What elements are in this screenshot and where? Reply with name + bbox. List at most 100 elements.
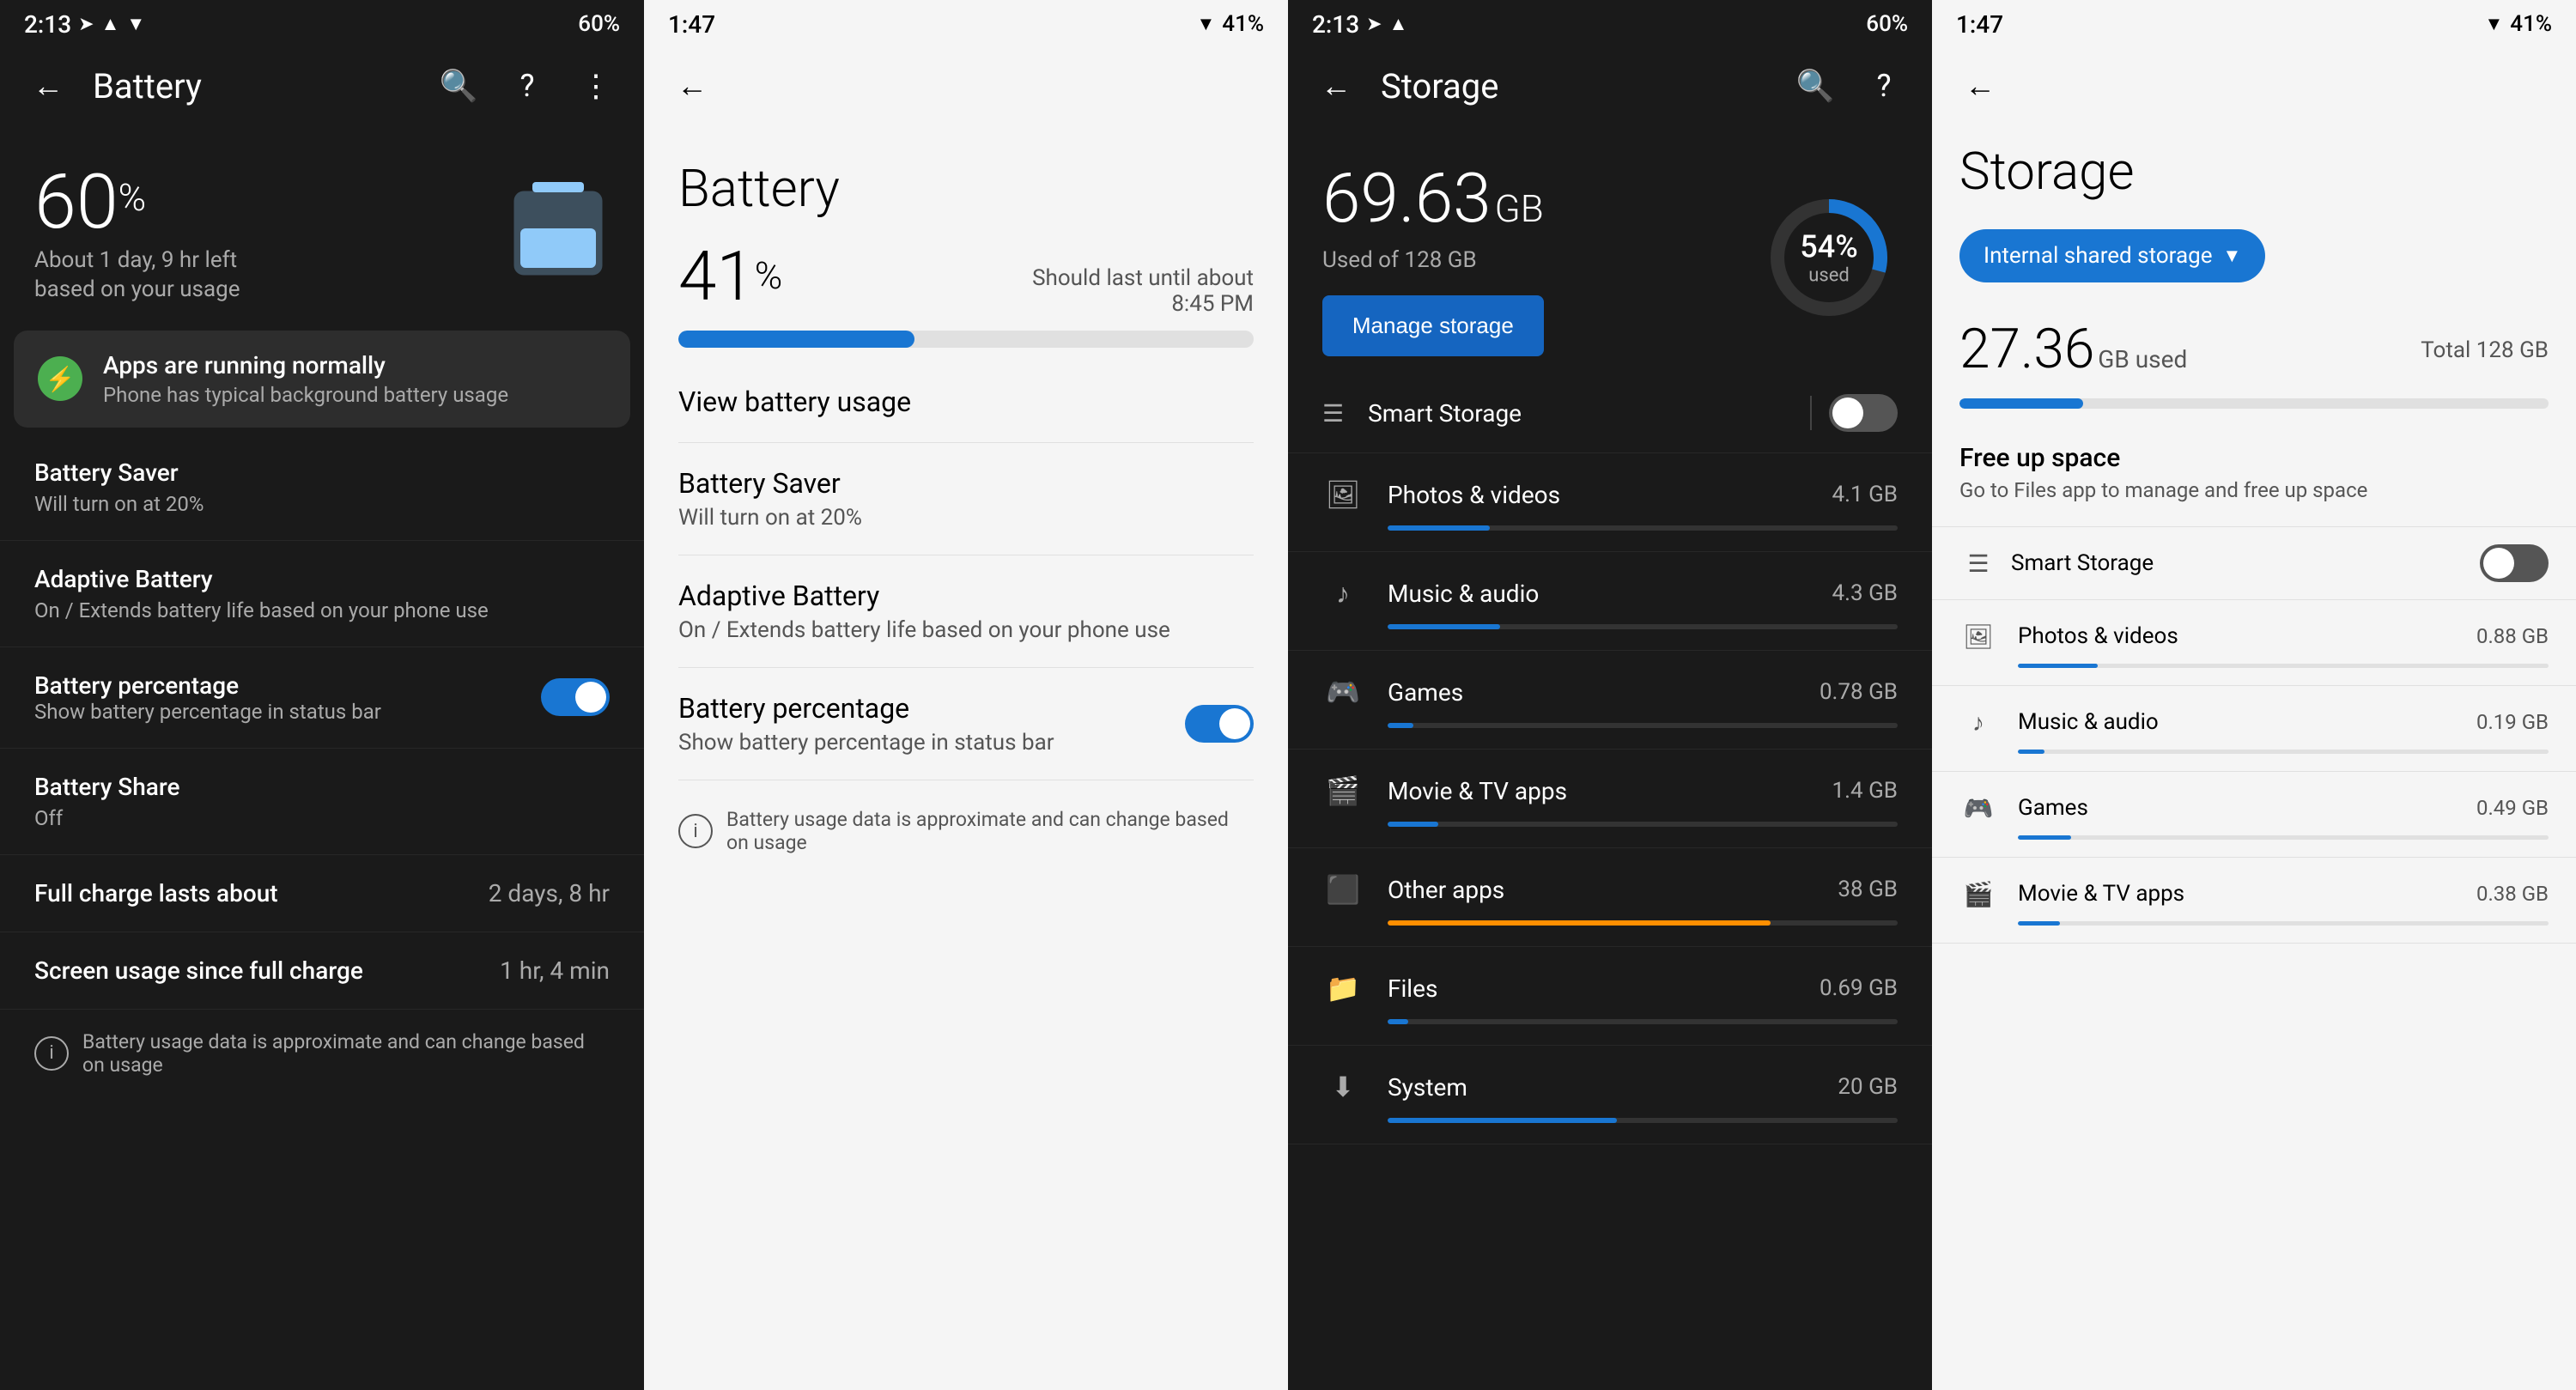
smart-storage-toggle-p4[interactable] [2480, 544, 2549, 582]
signal-icon-p1: ▲ [101, 13, 120, 35]
p3-content: 69.63 GB Used of 128 GB Manage storage 5… [1288, 124, 1932, 1390]
panel-storage-light: 1:47 ▼ 41% ← Storage Internal shared sto… [1932, 0, 2576, 1390]
battery-pct-toggle-switch-p1[interactable] [541, 678, 610, 716]
battery-text-p1: 60% [578, 11, 620, 37]
battery-pct-row2-p2[interactable]: Battery percentage Show battery percenta… [678, 668, 1254, 780]
storage-gb-p3: 69.63 [1322, 158, 1492, 239]
status-right-p3: 60% [1866, 11, 1908, 37]
files-item-p3[interactable]: 📁 Files 0.69 GB [1288, 947, 1932, 1046]
battery-saver-p2[interactable]: Battery Saver Will turn on at 20% [678, 443, 1254, 555]
status-right-p4: ▼ 41% [2485, 11, 2552, 37]
back-button-p1[interactable]: ← [24, 62, 72, 110]
p2-content: Battery 41 % Should last until about 8:4… [644, 124, 1288, 1390]
battery-percentage-p1: 60% [34, 158, 240, 246]
alert-text-p1: Apps are running normally Phone has typi… [103, 351, 508, 407]
status-bar-p1: 2:13 ➤ ▲ ▼ 60% [0, 0, 644, 48]
alert-subtitle-p1: Phone has typical background battery usa… [103, 383, 508, 407]
chip-row-p4: Internal shared storage ▼ [1932, 209, 2576, 303]
movie-tv-item-p3[interactable]: 🎬 Movie & TV apps 1.4 GB [1288, 750, 1932, 848]
smart-storage-p3[interactable]: ☰ Smart Storage [1288, 373, 1932, 453]
gb-large-p4: 27.36 [1959, 317, 2094, 381]
smart-storage-p4[interactable]: ☰ Smart Storage [1932, 527, 2576, 600]
games-item-p3[interactable]: 🎮 Games 0.78 GB [1288, 651, 1932, 750]
internal-storage-chip-p4[interactable]: Internal shared storage ▼ [1959, 229, 2265, 282]
music-audio-item-p3[interactable]: ♪ Music & audio 4.3 GB [1288, 552, 1932, 651]
panel-storage-dark: 2:13 ➤ ▲ 60% ← Storage 🔍 ? 69.63 GB Used… [1288, 0, 1932, 1390]
status-bar-p4: 1:47 ▼ 41% [1932, 0, 2576, 48]
storage-used-p4: 27.36 GB used Total 128 GB [1932, 303, 2576, 388]
storage-used-of-p3: Used of 128 GB [1322, 247, 1544, 273]
back-button-p2[interactable]: ← [668, 62, 716, 110]
time-p1: 2:13 [24, 10, 71, 39]
movie-icon-p4: 🎬 [1959, 875, 1997, 913]
battery-progress-p2 [678, 331, 1254, 348]
status-left-p1: 2:13 ➤ ▲ ▼ [24, 10, 145, 39]
gb-unit-p4: GB used [2098, 345, 2187, 373]
storage-progress-p4 [1959, 398, 2549, 409]
menu-button-p1[interactable]: ⋮ [572, 62, 620, 110]
battery-pct-toggle-p1[interactable]: Battery percentage Show battery percenta… [0, 647, 644, 749]
battery-share-item-p1[interactable]: Battery Share Off [0, 749, 644, 855]
storage-title-p4: Storage [1932, 124, 2576, 209]
time-p2: 1:47 [668, 10, 715, 39]
status-right-p2: ▼ 41% [1197, 11, 1264, 37]
games-icon-p3: 🎮 [1322, 671, 1364, 713]
view-battery-usage-p2[interactable]: View battery usage [678, 361, 1254, 443]
panel-battery-dark: 2:13 ➤ ▲ ▼ 60% ← Battery 🔍 ? ⋮ 60% About… [0, 0, 644, 1390]
status-right-p1: 60% [578, 11, 620, 37]
p4-content: Storage Internal shared storage ▼ 27.36 … [1932, 124, 2576, 1390]
battery-saver-item-p1[interactable]: Battery Saver Will turn on at 20% [0, 434, 644, 541]
back-button-p3[interactable]: ← [1312, 62, 1360, 110]
search-button-p1[interactable]: 🔍 [434, 62, 483, 110]
battery-text-p2: 41% [1222, 11, 1264, 37]
free-up-space-p4[interactable]: Free up space Go to Files app to manage … [1932, 419, 2576, 527]
adaptive-battery-p2[interactable]: Adaptive Battery On / Extends battery li… [678, 555, 1254, 668]
page-title-p3: Storage [1381, 66, 1771, 106]
games-item-p4[interactable]: 🎮 Games 0.49 GB [1932, 772, 2576, 858]
status-bar-p3: 2:13 ➤ ▲ 60% [1288, 0, 1932, 48]
movie-icon-p3: 🎬 [1322, 770, 1364, 811]
storage-progress-fill-p4 [1959, 398, 2083, 409]
nav-icon-p3: ➤ [1366, 14, 1382, 35]
battery-text-p4: 41% [2510, 11, 2552, 37]
pct-display-p2: 41 % [678, 236, 782, 317]
top-bar-p4: ← [1932, 48, 2576, 124]
music-icon-p3: ♪ [1322, 573, 1364, 614]
gb-total-p4: Total 128 GB [2421, 337, 2549, 363]
apps-icon-p3: ⬛ [1322, 869, 1364, 910]
battery-progress-fill-p2 [678, 331, 914, 348]
help-button-p1[interactable]: ? [503, 62, 551, 110]
other-apps-item-p3[interactable]: ⬛ Other apps 38 GB [1288, 848, 1932, 947]
music-audio-item-p4[interactable]: ♪ Music & audio 0.19 GB [1932, 686, 2576, 772]
music-icon-p4: ♪ [1959, 703, 1997, 741]
battery-pct-row-p2: 41 % Should last until about 8:45 PM [678, 236, 1254, 317]
photos-videos-item-p3[interactable]: 🖼 Photos & videos 4.1 GB [1288, 453, 1932, 552]
battery-hero-p1: 60% About 1 day, 9 hr left based on your… [0, 124, 644, 331]
movie-tv-item-p4[interactable]: 🎬 Movie & TV apps 0.38 GB [1932, 858, 2576, 944]
battery-pct-toggle-p2[interactable] [1185, 705, 1254, 743]
files-icon-p3: 📁 [1322, 968, 1364, 1009]
photos-videos-item-p4[interactable]: 🖼 Photos & videos 0.88 GB [1932, 600, 2576, 686]
pct-unit-p2: % [755, 253, 783, 298]
smart-storage-toggle-p3[interactable] [1829, 394, 1898, 432]
search-button-p3[interactable]: 🔍 [1791, 62, 1839, 110]
adaptive-battery-item-p1[interactable]: Adaptive Battery On / Extends battery li… [0, 541, 644, 647]
manage-storage-btn-p3[interactable]: Manage storage [1322, 295, 1544, 356]
help-button-p3[interactable]: ? [1860, 62, 1908, 110]
page-title-p1: Battery [93, 66, 414, 106]
status-left-p2: 1:47 [668, 10, 715, 39]
battery-hero-light-p2: Battery [678, 124, 1254, 236]
battery-pct-text-p1: Battery percentage Show battery percenta… [34, 671, 381, 724]
donut-chart-p3: 54% used [1760, 189, 1898, 326]
battery-pct-text-p2: Battery percentage Show battery percenta… [678, 692, 1054, 756]
chip-arrow-icon-p4: ▼ [2223, 245, 2242, 267]
storage-hero-p3: 69.63 GB Used of 128 GB Manage storage 5… [1288, 124, 1932, 373]
back-button-p4[interactable]: ← [1956, 62, 2004, 110]
top-bar-p3: ← Storage 🔍 ? [1288, 48, 1932, 124]
battery-icon-p1 [507, 173, 610, 288]
footer-info-p1: i Battery usage data is approximate and … [0, 1010, 644, 1097]
alert-card-p1: ⚡ Apps are running normally Phone has ty… [14, 331, 630, 428]
top-bar-p2: ← [644, 48, 1288, 124]
system-item-p3[interactable]: ⬇ System 20 GB [1288, 1046, 1932, 1144]
storage-gb-unit-p3: GB [1495, 186, 1544, 231]
